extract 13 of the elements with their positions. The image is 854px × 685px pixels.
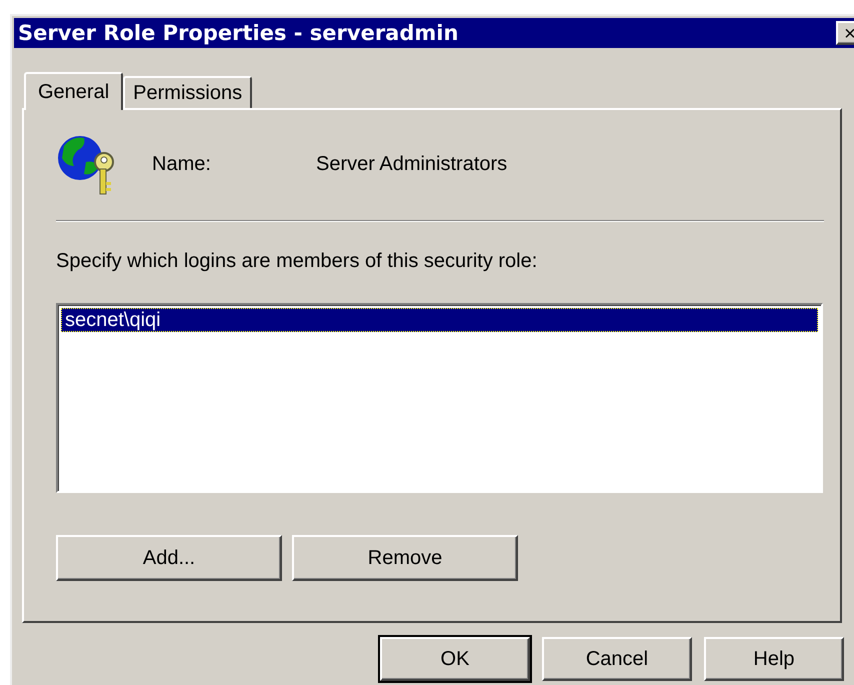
window-title: Server Role Properties - serveradmin bbox=[18, 21, 458, 45]
help-button[interactable]: Help bbox=[704, 637, 844, 681]
remove-button[interactable]: Remove bbox=[292, 535, 518, 581]
tab[interactable]: Permissions bbox=[123, 76, 252, 108]
members-label: Specify which logins are members of this security role: bbox=[56, 250, 538, 273]
add-button[interactable]: Add... bbox=[56, 535, 282, 581]
name-label: Name: bbox=[152, 152, 212, 176]
members-list[interactable]: secnet\qiqi bbox=[56, 303, 823, 493]
role-name: Server Administrators bbox=[316, 152, 508, 176]
ok-button[interactable]: OK bbox=[380, 637, 530, 681]
cancel-button[interactable]: Cancel bbox=[542, 637, 692, 681]
list-item[interactable]: secnet\qiqi bbox=[61, 308, 818, 332]
tab[interactable]: General bbox=[24, 72, 124, 110]
